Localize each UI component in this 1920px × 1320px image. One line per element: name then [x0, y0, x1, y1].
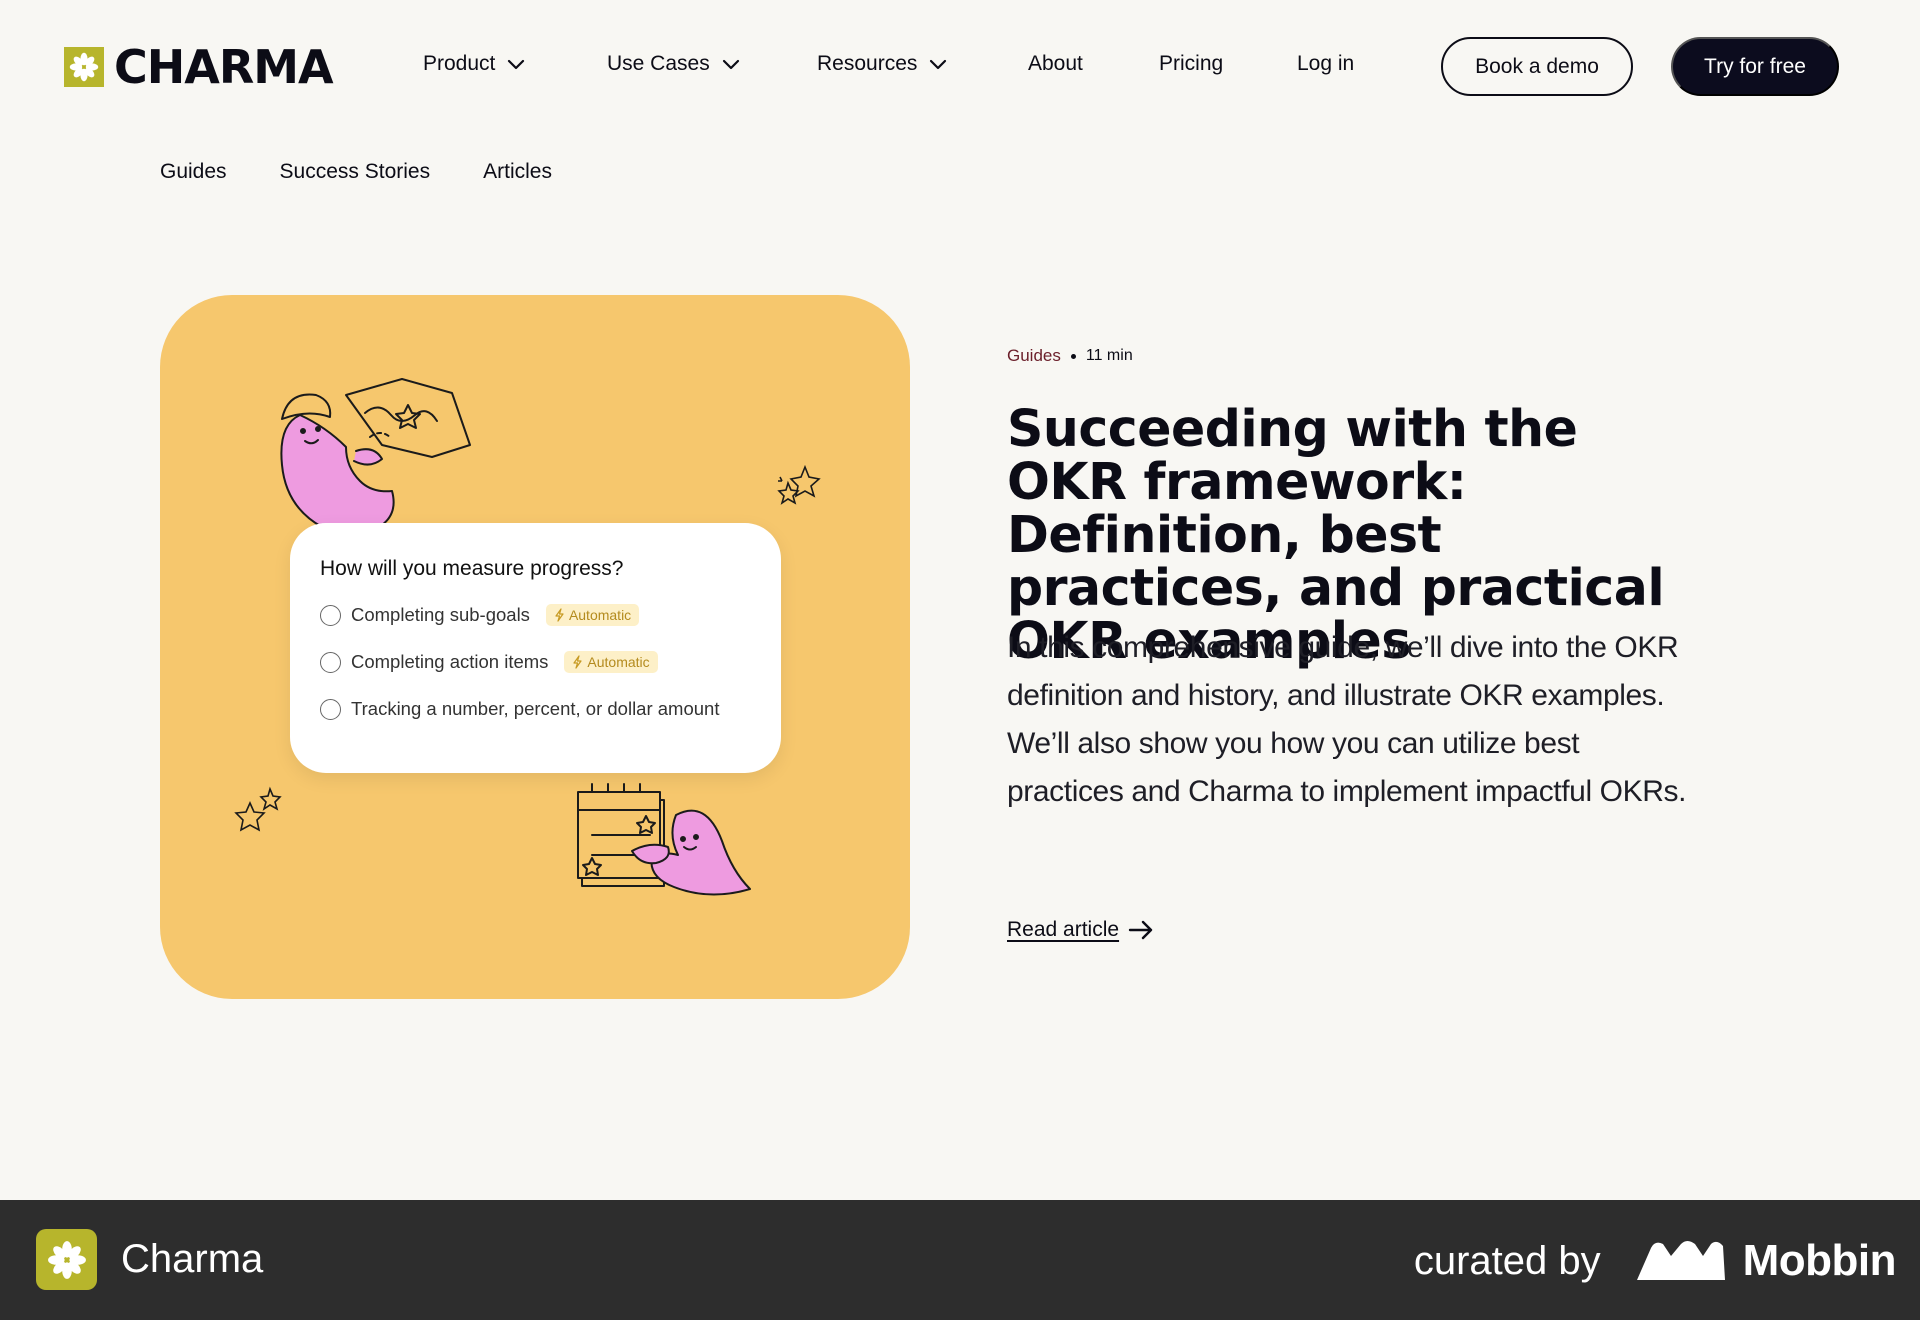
- question-title: How will you measure progress?: [320, 557, 624, 580]
- radio-button[interactable]: [320, 698, 341, 720]
- lightning-icon: [573, 655, 583, 669]
- read-article-label: Read article: [1007, 918, 1120, 941]
- read-time: 11 min: [1085, 347, 1133, 364]
- option-tracking-number[interactable]: Tracking a number, percent, or dollar am…: [320, 695, 751, 723]
- brand-logo[interactable]: CHARMA: [64, 40, 334, 94]
- chevron-down-icon: [930, 59, 947, 70]
- arrow-right-icon: [1128, 920, 1153, 940]
- footer-app-badge: Charma: [36, 1229, 263, 1290]
- mobbin-wordmark: Mobbin: [1742, 1236, 1897, 1285]
- subnav-guides[interactable]: Guides: [160, 160, 227, 184]
- radio-button[interactable]: [320, 604, 341, 626]
- nav-use-cases[interactable]: Use Cases: [607, 50, 742, 78]
- brand-wordmark: CHARMA: [114, 40, 334, 94]
- nav-resources-label: Resources: [817, 52, 918, 75]
- curation-footer-bar: Charma curated by Mobbin: [0, 1200, 1920, 1320]
- read-article-link[interactable]: Read article: [1007, 918, 1155, 942]
- nav-product[interactable]: Product: [423, 50, 527, 78]
- curated-by-credit: curated by Mobbin: [1413, 1236, 1897, 1286]
- option-label: Tracking a number, percent, or dollar am…: [351, 698, 720, 719]
- option-label: Completing action items: [351, 651, 549, 672]
- option-label: Completing sub-goals: [351, 604, 530, 625]
- option-action-items[interactable]: Completing action items Automatic: [320, 648, 751, 676]
- automatic-tag: Automatic: [564, 651, 658, 673]
- automatic-tag-label: Automatic: [568, 607, 632, 623]
- article-meta: Guides 11 min: [1007, 346, 1133, 366]
- radio-button[interactable]: [320, 651, 341, 673]
- asterisk-star-icon: [64, 47, 104, 87]
- automatic-tag: Automatic: [545, 604, 640, 626]
- mobbin-logo-icon: [1636, 1241, 1725, 1280]
- footer-app-name: Charma: [121, 1237, 264, 1281]
- automatic-tag-label: Automatic: [587, 654, 650, 670]
- progress-question-card: How will you measure progress? Completin…: [290, 523, 781, 773]
- category-tag[interactable]: Guides: [1007, 346, 1061, 366]
- pink-character-with-calendar: [577, 783, 751, 896]
- chevron-down-icon: [722, 59, 739, 70]
- try-free-button[interactable]: Try for free: [1671, 37, 1839, 96]
- resources-subnav: Guides Success Stories Articles: [160, 160, 552, 184]
- nav-resources[interactable]: Resources: [817, 50, 949, 78]
- chevron-down-icon: [508, 59, 525, 70]
- separator-dot: [1070, 353, 1076, 359]
- nav-use-cases-label: Use Cases: [607, 52, 710, 75]
- top-navigation: CHARMA Product Use Cases Resources About…: [0, 0, 1920, 130]
- nav-product-label: Product: [423, 52, 496, 75]
- lightning-icon: [555, 608, 564, 622]
- article-hero-image[interactable]: How will you measure progress? Completin…: [160, 295, 910, 999]
- book-demo-button[interactable]: Book a demo: [1441, 37, 1633, 96]
- curated-by-label: curated by: [1413, 1238, 1601, 1283]
- option-sub-goals[interactable]: Completing sub-goals Automatic: [320, 601, 751, 629]
- subnav-success-stories[interactable]: Success Stories: [280, 160, 431, 184]
- nav-pricing[interactable]: Pricing: [1159, 50, 1223, 78]
- charma-app-icon: [36, 1229, 97, 1290]
- nav-about[interactable]: About: [1028, 50, 1083, 78]
- subnav-articles[interactable]: Articles: [483, 160, 552, 184]
- article-description: In this comprehensive guide, we’ll dive …: [1007, 631, 1686, 808]
- nav-login[interactable]: Log in: [1297, 50, 1354, 78]
- pink-character-with-map: [280, 378, 471, 535]
